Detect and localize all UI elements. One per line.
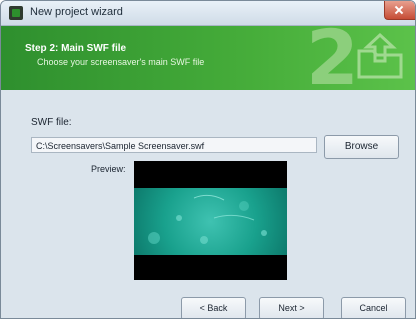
step-subtitle: Choose your screensaver's main SWF file: [37, 57, 205, 67]
title-bar[interactable]: New project wizard: [1, 1, 415, 26]
step-title: Step 2: Main SWF file: [25, 43, 127, 54]
next-button[interactable]: Next >: [259, 297, 324, 318]
folder-upload-icon: [357, 32, 403, 79]
wizard-window: New project wizard Step 2: Main SWF file…: [0, 0, 416, 319]
back-button[interactable]: < Back: [181, 297, 246, 318]
preview-bubbles-graphic: [148, 194, 267, 244]
preview-label: Preview:: [91, 164, 126, 174]
wizard-content: SWF file: C:\Screensavers\Sample Screens…: [1, 90, 415, 318]
window-title: New project wizard: [30, 6, 123, 18]
swf-file-label: SWF file:: [31, 117, 72, 128]
close-button[interactable]: [384, 1, 415, 20]
preview-image: [134, 188, 287, 255]
browse-button[interactable]: Browse: [324, 135, 399, 159]
cancel-button[interactable]: Cancel: [341, 297, 406, 318]
wizard-banner: Step 2: Main SWF file Choose your screen…: [1, 26, 415, 90]
step-number: 2: [306, 26, 359, 90]
app-icon: [9, 6, 23, 20]
swf-path-field[interactable]: C:\Screensavers\Sample Screensaver.swf: [31, 137, 317, 153]
preview-panel: [134, 161, 287, 280]
